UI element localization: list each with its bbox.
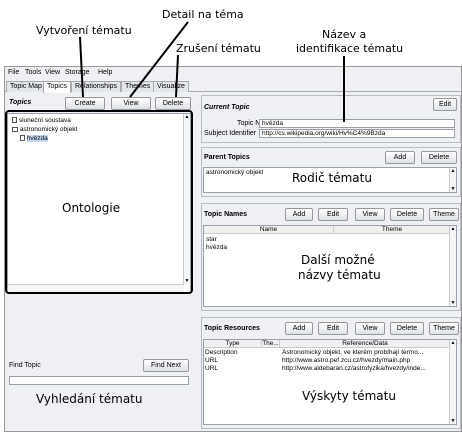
parent-topics-title: Parent Topics xyxy=(204,154,250,161)
menu-bar: File Tools View Storage Help xyxy=(5,67,461,79)
names-view-button[interactable]: View xyxy=(355,208,385,221)
resources-table-scrollbar[interactable]: ▲ ▼ xyxy=(449,340,456,424)
menu-view[interactable]: View xyxy=(45,69,60,76)
annotation-create: Vytvoření tématu xyxy=(36,24,132,37)
column-header-reference[interactable]: Reference/Data xyxy=(280,340,451,348)
subject-identifier-label: Subject Identifier xyxy=(204,130,257,137)
resources-view-button[interactable]: View xyxy=(355,322,385,335)
tab-visualize[interactable]: Visualize xyxy=(153,81,189,92)
menu-storage[interactable]: Storage xyxy=(65,69,90,76)
annotation-name-line2: identifikace tématu xyxy=(296,42,404,55)
table-row[interactable]: star xyxy=(206,236,217,243)
topic-name-field: hvězda xyxy=(259,119,455,128)
tab-relationships[interactable]: Relationships xyxy=(71,81,122,92)
annotation-resources: Výskyty tématu xyxy=(302,389,396,403)
table-row-reference[interactable]: Astronomický objekt, ve kterém probíhají… xyxy=(282,349,450,356)
scroll-down-icon[interactable]: ▼ xyxy=(450,186,456,192)
annotation-find: Vyhledání tématu xyxy=(36,392,143,406)
table-row-reference[interactable]: http://www.astro.pef.zcu.cz/hvezdy/main.… xyxy=(282,357,450,364)
tab-themes[interactable]: Themes xyxy=(121,81,155,92)
menu-file[interactable]: File xyxy=(8,69,19,76)
annotation-names-line1: Další možné xyxy=(301,253,375,267)
resources-delete-button[interactable]: Delete xyxy=(390,322,424,335)
subject-identifier-field: http://cs.wikipedia.org/wiki/Hv%C4%9Bzda xyxy=(259,129,455,138)
resources-edit-button[interactable]: Edit xyxy=(318,322,348,335)
parent-add-button[interactable]: Add xyxy=(385,151,415,164)
annotation-name-line1: Název a xyxy=(322,28,367,41)
parent-delete-button[interactable]: Delete xyxy=(421,151,457,164)
table-row-type[interactable]: URL xyxy=(205,365,261,372)
topic-resources-title: Topic Resources xyxy=(204,325,260,332)
resources-theme-button[interactable]: Theme xyxy=(429,322,459,335)
list-item[interactable]: astronomický objekt xyxy=(206,169,263,176)
annotation-delete: Zrušení tématu xyxy=(176,42,261,55)
tab-topic-map[interactable]: Topic Map xyxy=(6,81,46,92)
topic-resources-table[interactable]: Type The... Reference/Data Description A… xyxy=(203,339,457,425)
table-row-type[interactable]: Description xyxy=(205,349,261,356)
column-header-name[interactable]: Name xyxy=(204,226,334,234)
column-header-type[interactable]: Type xyxy=(204,340,262,348)
table-row-type[interactable]: URL xyxy=(205,357,261,364)
annotation-ontology: Ontologie xyxy=(62,201,121,215)
scroll-down-icon[interactable]: ▼ xyxy=(450,418,456,424)
tab-topics[interactable]: Topics xyxy=(43,81,71,93)
table-row[interactable]: hvězda xyxy=(206,244,227,251)
annotation-detail: Detail na téma xyxy=(162,8,244,21)
scroll-up-icon[interactable]: ▲ xyxy=(450,168,456,174)
menu-tools[interactable]: Tools xyxy=(25,69,41,76)
scroll-up-icon[interactable]: ▲ xyxy=(450,226,456,232)
column-header-theme[interactable]: Theme xyxy=(334,226,451,234)
parent-list-scrollbar[interactable]: ▲ ▼ xyxy=(449,168,456,192)
delete-button[interactable]: Delete xyxy=(155,97,191,110)
edit-topic-button[interactable]: Edit xyxy=(433,98,457,111)
names-table-scrollbar[interactable]: ▲ ▼ xyxy=(449,226,456,306)
resources-add-button[interactable]: Add xyxy=(285,322,313,335)
view-button[interactable]: View xyxy=(111,97,151,110)
names-delete-button[interactable]: Delete xyxy=(390,208,424,221)
names-add-button[interactable]: Add xyxy=(285,208,313,221)
menu-help[interactable]: Help xyxy=(98,69,112,76)
create-button[interactable]: Create xyxy=(65,97,105,110)
names-edit-button[interactable]: Edit xyxy=(318,208,348,221)
topic-names-title: Topic Names xyxy=(204,211,248,218)
find-topic-input[interactable] xyxy=(9,376,189,385)
column-header-theme[interactable]: The... xyxy=(262,340,280,348)
scroll-down-icon[interactable]: ▼ xyxy=(450,300,456,306)
names-theme-button[interactable]: Theme xyxy=(429,208,459,221)
annotation-parent: Rodič tématu xyxy=(292,171,372,185)
find-next-button[interactable]: Find Next xyxy=(143,359,189,372)
scroll-up-icon[interactable]: ▲ xyxy=(450,340,456,346)
table-row-reference[interactable]: http://www.aldebaran.cz/astrofyzika/hvez… xyxy=(282,365,450,372)
current-topic-title: Current Topic xyxy=(204,104,250,111)
find-topic-label: Find Topic xyxy=(9,362,41,369)
tab-bar: Topic Map Topics Relationships Themes Vi… xyxy=(5,80,461,93)
topics-panel-title: Topics xyxy=(9,99,32,106)
annotation-names-line2: názvy tématu xyxy=(298,268,381,282)
